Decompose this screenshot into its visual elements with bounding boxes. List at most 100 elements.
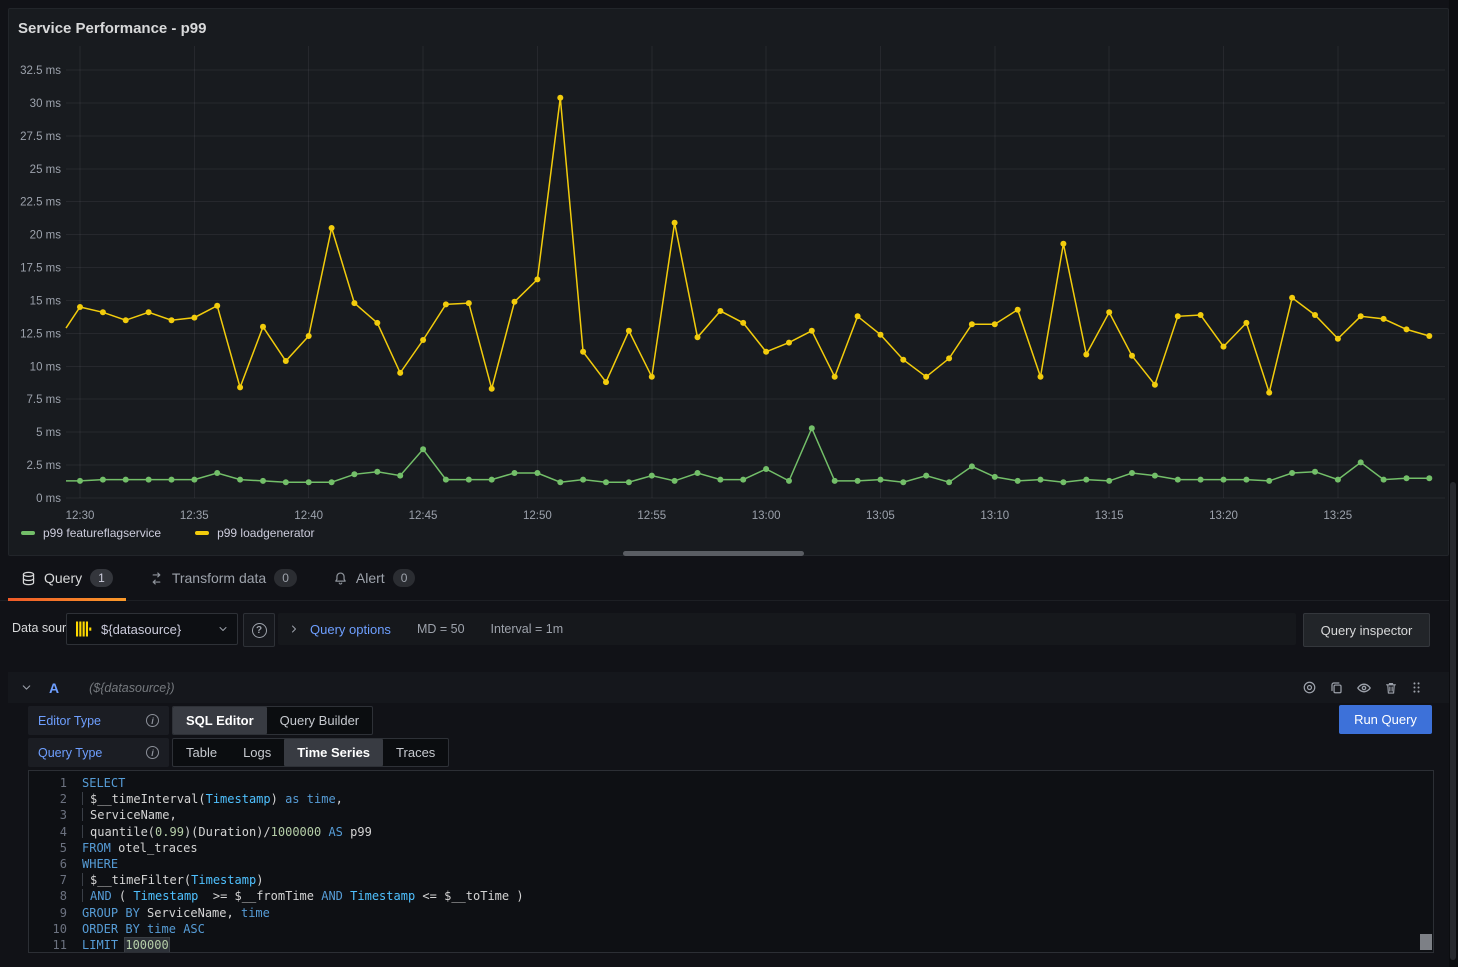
run-query-label: Run Query	[1354, 712, 1417, 727]
page-scrollbar-thumb[interactable]	[1450, 482, 1456, 960]
query-type-label: Query Type	[38, 746, 102, 760]
query-type-radio-group: Table Logs Time Series Traces	[172, 738, 449, 767]
duplicate-query-icon[interactable]	[1329, 680, 1344, 695]
delete-query-trash-icon[interactable]	[1384, 681, 1398, 695]
svg-text:32.5 ms: 32.5 ms	[20, 65, 61, 77]
page-scrollbar-track[interactable]	[1449, 0, 1458, 967]
chart-svg[interactable]: 0 ms2.5 ms5 ms7.5 ms10 ms12.5 ms15 ms17.…	[9, 9, 1448, 555]
query-type-option-table[interactable]: Table	[173, 739, 230, 766]
datasource-value: ${datasource}	[101, 622, 209, 637]
editor-type-field-label: Editor Type i	[28, 706, 169, 735]
query-row-header[interactable]: A (${datasource})	[8, 672, 1449, 703]
svg-text:13:05: 13:05	[866, 510, 895, 522]
question-circle-icon: ?	[252, 623, 267, 638]
query-row-actions	[1302, 680, 1423, 696]
query-toolbar: Data source ${datasource} ? Query option…	[0, 601, 1449, 659]
svg-text:12:30: 12:30	[66, 510, 95, 522]
svg-text:12:35: 12:35	[180, 510, 209, 522]
tab-query[interactable]: Query 1	[8, 556, 126, 600]
bell-icon	[333, 571, 348, 586]
editor-type-option-sql-editor[interactable]: SQL Editor	[173, 707, 267, 734]
query-inspector-button[interactable]: Query inspector	[1303, 613, 1430, 647]
code-line: 2$__timeInterval(Timestamp) as time,	[29, 791, 1433, 807]
clickhouse-datasource-icon	[75, 620, 93, 638]
timeseries-panel: Service Performance - p99 0 ms2.5 ms5 ms…	[8, 8, 1449, 556]
code-line: 5FROM otel_traces	[29, 840, 1433, 856]
code-line: 10ORDER BY time ASC	[29, 921, 1433, 937]
database-icon	[21, 571, 36, 586]
query-datasource-hint: (${datasource})	[89, 681, 174, 695]
code-line: 8AND ( Timestamp >= $__fromTime AND Time…	[29, 888, 1433, 904]
svg-text:25 ms: 25 ms	[30, 164, 62, 176]
svg-text:17.5 ms: 17.5 ms	[20, 263, 61, 275]
code-line: 4quantile(0.99)(Duration)/1000000 AS p99	[29, 824, 1433, 840]
editor-scrollbar-thumb[interactable]	[1420, 934, 1432, 950]
query-options-md: MD = 50	[417, 622, 465, 636]
run-query-button[interactable]: Run Query	[1339, 705, 1432, 734]
drag-handle-icon[interactable]	[1410, 681, 1423, 694]
svg-text:0 ms: 0 ms	[36, 493, 61, 505]
svg-text:13:20: 13:20	[1209, 510, 1238, 522]
svg-text:12:55: 12:55	[637, 510, 666, 522]
chart-legend: p99 featureflagservice p99 loadgenerator	[21, 526, 315, 540]
query-options-bar[interactable]: Query options MD = 50 Interval = 1m	[278, 613, 1296, 645]
tab-alert-count: 0	[393, 569, 416, 587]
legend-label: p99 loadgenerator	[217, 526, 314, 540]
query-inspector-label: Query inspector	[1321, 623, 1413, 638]
query-history-icon[interactable]	[1302, 680, 1317, 695]
svg-text:10 ms: 10 ms	[30, 361, 62, 373]
legend-label: p99 featureflagservice	[43, 526, 161, 540]
svg-text:22.5 ms: 22.5 ms	[20, 197, 61, 209]
svg-text:13:15: 13:15	[1095, 510, 1124, 522]
svg-text:12:50: 12:50	[523, 510, 552, 522]
query-ref-id: A	[49, 680, 59, 696]
query-options-interval: Interval = 1m	[491, 622, 564, 636]
query-type-option-time-series[interactable]: Time Series	[284, 739, 383, 766]
svg-text:12.5 ms: 12.5 ms	[20, 328, 61, 340]
panel-editor-tabbar: Query 1 Transform data 0 Alert 0	[0, 556, 1449, 601]
chevron-right-icon	[288, 623, 300, 635]
svg-text:15 ms: 15 ms	[30, 296, 62, 308]
query-options-toggle[interactable]: Query options	[310, 622, 391, 637]
code-line: 9GROUP BY ServiceName, time	[29, 905, 1433, 921]
hide-response-eye-icon[interactable]	[1356, 680, 1372, 696]
query-type-option-logs[interactable]: Logs	[230, 739, 284, 766]
tab-transform-count: 0	[274, 569, 297, 587]
info-circle-icon[interactable]: i	[146, 746, 159, 759]
info-circle-icon[interactable]: i	[146, 714, 159, 727]
legend-item-featureflagservice[interactable]: p99 featureflagservice	[21, 526, 161, 540]
sql-code-lines: 1SELECT2$__timeInterval(Timestamp) as ti…	[29, 775, 1433, 953]
tab-alert-label: Alert	[356, 570, 385, 586]
svg-text:13:25: 13:25	[1323, 510, 1352, 522]
legend-color-swatch	[195, 531, 209, 535]
editor-type-option-query-builder[interactable]: Query Builder	[267, 707, 372, 734]
code-line: 11LIMIT 100000	[29, 937, 1433, 953]
code-line: 3ServiceName,	[29, 807, 1433, 823]
svg-text:12:40: 12:40	[294, 510, 323, 522]
datasource-help-button[interactable]: ?	[243, 613, 275, 647]
grafana-panel-edit-page: Service Performance - p99 0 ms2.5 ms5 ms…	[0, 0, 1458, 967]
editor-type-radio-group: SQL Editor Query Builder	[172, 706, 373, 735]
tab-transform-data[interactable]: Transform data 0	[136, 556, 310, 600]
svg-text:2.5 ms: 2.5 ms	[26, 460, 61, 472]
svg-text:27.5 ms: 27.5 ms	[20, 131, 61, 143]
svg-text:7.5 ms: 7.5 ms	[26, 394, 61, 406]
editor-type-label: Editor Type	[38, 714, 101, 728]
legend-color-swatch	[21, 531, 35, 535]
query-type-field-label: Query Type i	[28, 738, 169, 767]
tab-query-count: 1	[90, 569, 113, 587]
code-line: 1SELECT	[29, 775, 1433, 791]
tab-query-label: Query	[44, 570, 82, 586]
code-line: 6WHERE	[29, 856, 1433, 872]
tab-transform-label: Transform data	[172, 570, 266, 586]
query-type-option-traces[interactable]: Traces	[383, 739, 448, 766]
sql-code-editor[interactable]: 1SELECT2$__timeInterval(Timestamp) as ti…	[28, 770, 1434, 953]
tab-alert[interactable]: Alert 0	[320, 556, 428, 600]
datasource-picker[interactable]: ${datasource}	[66, 613, 238, 645]
svg-text:13:00: 13:00	[752, 510, 781, 522]
legend-item-loadgenerator[interactable]: p99 loadgenerator	[195, 526, 314, 540]
transform-icon	[149, 571, 164, 586]
svg-text:20 ms: 20 ms	[30, 230, 62, 242]
code-line: 7$__timeFilter(Timestamp)	[29, 872, 1433, 888]
collapse-caret-icon[interactable]	[20, 681, 33, 694]
